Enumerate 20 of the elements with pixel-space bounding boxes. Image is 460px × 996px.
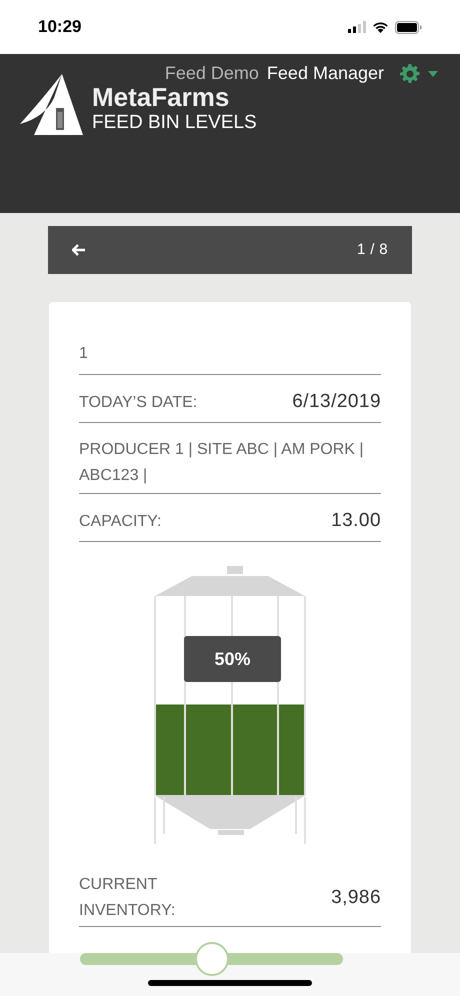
status-time: 10:29 (38, 16, 82, 38)
wifi-icon (372, 21, 389, 33)
field-value: 6/13/2019 (292, 390, 381, 414)
logo-icon (20, 72, 84, 136)
level-badge: 50% (184, 636, 281, 682)
caret-icon[interactable] (428, 70, 438, 76)
bin-name: 1 (79, 345, 88, 362)
page-counter: 1 / 8 (356, 240, 388, 260)
settings-icon[interactable] (400, 64, 420, 84)
battery-icon (395, 20, 422, 34)
field-value: 3,986 (331, 886, 381, 910)
field-value: 13.00 (331, 509, 381, 534)
field-label: CURRENT INVENTORY: (79, 875, 176, 921)
user-name[interactable]: Feed Manager (266, 60, 384, 87)
page-title: FEED BIN LEVELS (92, 112, 257, 134)
field-label: TODAY’S DATE: (79, 392, 198, 412)
field-label: CAPACITY: (79, 512, 162, 532)
site-description: PRODUCER 1 | SITE ABC | AM PORK | ABC123 | (79, 440, 365, 486)
back-arrow-icon[interactable] (72, 244, 86, 256)
signal-icon (348, 21, 366, 33)
